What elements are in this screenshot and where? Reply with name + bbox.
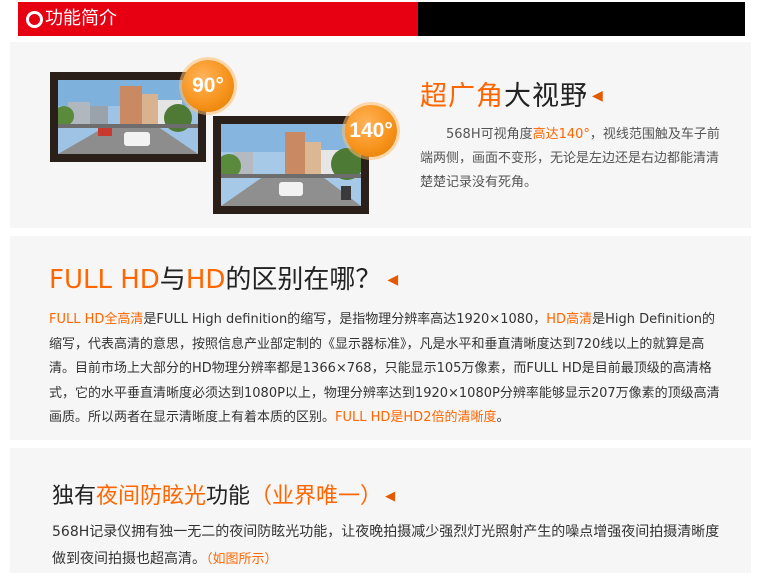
header-black-bar xyxy=(418,2,745,36)
highlight-full-hd: FULL HD全高清 xyxy=(49,312,144,327)
title-and: 与 xyxy=(159,265,186,295)
figure-note: （如图所示） xyxy=(206,552,278,567)
title-hd: HD xyxy=(185,265,226,295)
desc-highlight: 高达140° xyxy=(532,127,590,142)
ring-icon xyxy=(26,11,43,28)
desc-prefix: 568H可视角度 xyxy=(446,127,533,142)
wide-angle-description: 568H可视角度高达140°，视线范围触及车子前端两侧，画面不变形，无论是左边还… xyxy=(420,123,720,195)
highlight-hd: HD高清 xyxy=(546,312,593,327)
arrow-left-icon: ◀ xyxy=(385,489,396,504)
highlight-conclusion: FULL HD是HD2倍的清晰度 xyxy=(335,410,497,425)
title-question: 的区别在哪？ xyxy=(225,265,382,295)
title-text: 独有 xyxy=(52,484,97,509)
street-scene-image xyxy=(58,80,198,154)
body-end: 。 xyxy=(496,410,510,425)
wide-angle-title: 超广角大视野 ◀ xyxy=(420,74,604,113)
title-highlight: 夜间防眩光 xyxy=(96,484,207,509)
arrow-left-icon: ◀ xyxy=(592,88,604,104)
title-highlight: （业界唯一） xyxy=(250,484,383,509)
body-text: 是High Definition的缩写，代表高清的意思，按照信息产业部定制的《显… xyxy=(49,312,720,425)
angle-90-badge: 90° xyxy=(182,60,234,112)
night-glare-title: 独有夜间防眩光功能（业界唯一） ◀ xyxy=(52,478,395,510)
body-text: 是FULL High definition的缩写，是指物理分辨率高达1920×1… xyxy=(143,312,547,327)
night-glare-description: 568H记录仪拥有独一无二的夜间防眩光功能，让夜晚拍摄减少强烈灯光照射产生的噪点… xyxy=(52,519,722,573)
section-header: 功能简介 xyxy=(18,2,745,36)
angle-140-badge: 140° xyxy=(345,105,397,157)
title-highlight: 超广角 xyxy=(420,81,504,112)
title-text: 大视野 xyxy=(504,81,588,112)
body-text: 568H记录仪拥有独一无二的夜间防眩光功能，让夜晚拍摄减少强烈灯光照射产生的噪点… xyxy=(52,524,720,567)
arrow-left-icon: ◀ xyxy=(387,272,399,288)
full-hd-title: FULL HD与HD的区别在哪？ ◀ xyxy=(49,259,398,296)
title-full-hd: FULL HD xyxy=(49,265,160,295)
street-scene-image xyxy=(221,124,361,206)
title-text: 功能 xyxy=(206,484,251,509)
full-hd-description: FULL HD全高清是FULL High definition的缩写，是指物理分… xyxy=(49,308,723,431)
header-title: 功能简介 xyxy=(45,8,117,29)
